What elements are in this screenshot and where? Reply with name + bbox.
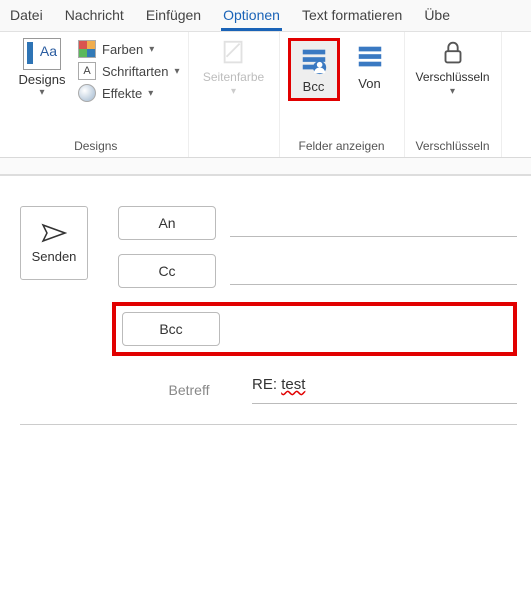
group-label-designs: Designs (74, 139, 117, 155)
to-row: An (118, 206, 517, 240)
bcc-button[interactable]: Bcc (122, 312, 220, 346)
effects-label: Effekte (102, 86, 142, 101)
page-color-icon (218, 38, 250, 68)
cc-input[interactable] (230, 257, 517, 285)
bcc-toggle-button[interactable]: Bcc (288, 38, 340, 101)
bcc-icon (298, 45, 330, 75)
chevron-down-icon: ▾ (39, 87, 44, 98)
group-encrypt: Verschlüsseln ▾ Verschlüsseln (405, 32, 502, 157)
to-input[interactable] (230, 209, 517, 237)
group-designs: Designs▾ Farben ▾ A Schriftarten ▾ Effek… (0, 32, 189, 157)
subject-word: test (281, 376, 305, 393)
send-button[interactable]: Senden (20, 206, 88, 280)
ribbon: Designs▾ Farben ▾ A Schriftarten ▾ Effek… (0, 32, 531, 158)
send-label: Senden (32, 249, 77, 264)
encrypt-button[interactable]: Verschlüsseln ▾ (413, 38, 493, 97)
cc-row: Cc (118, 254, 517, 288)
subject-row: Betreff RE: test (140, 376, 517, 404)
from-toggle-label: Von (358, 76, 380, 91)
fonts-label: Schriftarten (102, 64, 168, 79)
effects-button[interactable]: Effekte ▾ (78, 82, 180, 104)
designs-gallery-button[interactable]: Designs▾ (12, 38, 72, 98)
compose-pane: Senden An Cc Bcc Betreff RE: test (0, 176, 531, 425)
chevron-down-icon: ▾ (450, 86, 455, 97)
cc-button[interactable]: Cc (118, 254, 216, 288)
page-color-label: Seitenfarbe (203, 70, 264, 84)
group-label-encrypt: Verschlüsseln (415, 139, 489, 155)
send-icon (41, 223, 67, 243)
compose-divider (20, 424, 517, 425)
designs-swatch-icon (23, 38, 61, 70)
tab-options[interactable]: Optionen (221, 1, 282, 31)
tab-insert[interactable]: Einfügen (144, 1, 203, 31)
tab-bar: Datei Nachricht Einfügen Optionen Text f… (0, 0, 531, 32)
subject-prefix: RE: (252, 376, 281, 393)
tab-format-text[interactable]: Text formatieren (300, 1, 404, 31)
tab-message[interactable]: Nachricht (63, 1, 126, 31)
subject-input[interactable]: RE: test (252, 376, 517, 404)
chevron-down-icon: ▾ (174, 66, 179, 77)
lock-icon (437, 38, 469, 68)
colors-button[interactable]: Farben ▾ (78, 38, 180, 60)
effects-icon (78, 84, 96, 102)
encrypt-label: Verschlüsseln (415, 70, 489, 84)
chevron-down-icon: ▾ (149, 44, 154, 55)
subject-label: Betreff (140, 382, 238, 398)
colors-icon (78, 40, 96, 58)
chevron-down-icon: ▾ (231, 86, 236, 97)
bcc-toggle-label: Bcc (303, 79, 325, 94)
to-button[interactable]: An (118, 206, 216, 240)
group-pagecolor: Seitenfarbe ▾ (189, 32, 280, 157)
fonts-button[interactable]: A Schriftarten ▾ (78, 60, 180, 82)
chevron-down-icon: ▾ (148, 88, 153, 99)
fonts-icon: A (78, 62, 96, 80)
tab-file[interactable]: Datei (8, 1, 45, 31)
from-toggle-button[interactable]: Von (344, 38, 396, 95)
tab-review[interactable]: Übe (422, 1, 452, 31)
from-icon (354, 42, 386, 72)
bcc-row-highlight: Bcc (112, 302, 517, 356)
group-label-show-fields: Felder anzeigen (298, 139, 384, 155)
colors-label: Farben (102, 42, 143, 57)
group-show-fields: Bcc Von Felder anzeigen (280, 32, 405, 157)
bcc-input[interactable] (234, 315, 507, 343)
group-label-pagecolor (232, 139, 235, 155)
page-color-button: Seitenfarbe ▾ (197, 38, 271, 97)
designs-gallery-label: Designs (19, 72, 66, 87)
